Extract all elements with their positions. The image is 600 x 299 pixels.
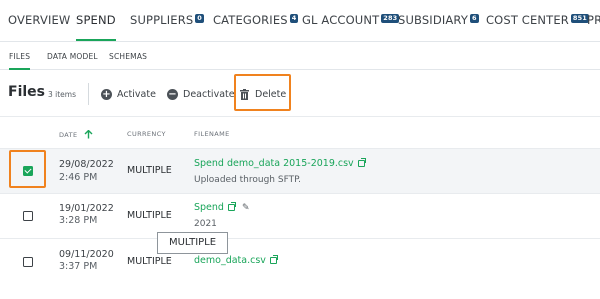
item-count: 3 items: [48, 90, 77, 99]
subtab-label: DATA MODEL: [47, 52, 98, 61]
external-link-icon: [227, 202, 236, 211]
count-badge: 0: [195, 14, 204, 23]
pencil-icon[interactable]: ✎: [242, 203, 250, 213]
row-time: 2:46 PM: [59, 172, 98, 183]
row-date: 09/11/2020: [59, 249, 114, 260]
table-row[interactable]: 19/01/2022 3:28 PM MULTIPLE Spend ✎ 2021: [0, 194, 600, 239]
tab-label: CATEGORIES: [213, 13, 288, 27]
file-description: Uploaded through SFTP.: [194, 175, 301, 185]
row-date: 19/01/2022: [59, 203, 114, 214]
tab-spend[interactable]: SPEND: [76, 13, 116, 41]
deactivate-label: Deactivate: [183, 88, 235, 100]
filename-text: demo_data.csv: [194, 255, 266, 266]
file-link[interactable]: Spend ✎: [194, 202, 250, 213]
row-checkbox[interactable]: [23, 257, 33, 267]
tab-label: SPEND: [76, 13, 116, 27]
tab-label: PR: [587, 13, 600, 27]
table-header: DATE CURRENCY FILENAME: [0, 117, 600, 149]
row-currency: MULTIPLE: [127, 165, 172, 176]
currency-column-header[interactable]: CURRENCY: [127, 130, 166, 138]
table-row[interactable]: 09/11/2020 3:37 PM MULTIPLE demo_data.cs…: [0, 239, 600, 284]
file-link[interactable]: Spend demo_data 2015-2019.csv: [194, 158, 366, 169]
minus-circle-icon: −: [167, 88, 178, 100]
page-title: Files: [8, 84, 45, 100]
row-date: 29/08/2022: [59, 159, 114, 170]
file-link[interactable]: demo_data.csv: [194, 255, 278, 266]
tab-label: OVERVIEW: [8, 13, 71, 27]
subtab-schemas[interactable]: SCHEMAS: [109, 52, 147, 70]
checkbox-highlight: [9, 150, 46, 188]
subtab-files[interactable]: FILES: [9, 52, 31, 70]
sub-nav: FILES DATA MODEL SCHEMAS: [0, 42, 600, 70]
toolbar-divider: [88, 83, 89, 105]
subtab-data-model[interactable]: DATA MODEL: [47, 52, 98, 70]
file-description: 2021: [194, 219, 217, 229]
activate-label: Activate: [117, 88, 156, 100]
tab-label: GL ACCOUNT: [302, 13, 380, 27]
tab-overview[interactable]: OVERVIEW: [8, 13, 70, 41]
external-link-icon: [357, 158, 366, 167]
row-time: 3:37 PM: [59, 261, 98, 272]
tab-label: SUBSIDIARY: [398, 13, 468, 27]
delete-highlight: [234, 74, 291, 111]
sort-up-icon: [84, 130, 93, 139]
tab-cost-center[interactable]: COST CENTER 851: [486, 13, 589, 41]
plus-circle-icon: +: [101, 88, 112, 100]
tab-suppliers[interactable]: SUPPLIERS 0: [130, 13, 204, 41]
tab-label: COST CENTER: [486, 13, 569, 27]
count-badge: 6: [470, 14, 479, 23]
deactivate-button[interactable]: − Deactivate: [167, 86, 235, 102]
top-nav: OVERVIEW SPEND SUPPLIERS 0 CATEGORIES 4 GL…: [0, 0, 600, 42]
tab-label: SUPPLIERS: [130, 13, 194, 27]
date-column-header[interactable]: DATE: [59, 130, 93, 139]
row-currency: MULTIPLE: [127, 210, 172, 221]
date-header-label: DATE: [59, 130, 78, 139]
table-row[interactable]: 29/08/2022 2:46 PM MULTIPLE Spend demo_d…: [0, 149, 600, 194]
filename-text: Spend demo_data 2015-2019.csv: [194, 158, 354, 169]
filename-text: Spend: [194, 202, 224, 213]
tab-categories[interactable]: CATEGORIES 4: [213, 13, 299, 41]
files-toolbar: Files 3 items + Activate − Deactivate De…: [0, 70, 600, 117]
tab-gl-account[interactable]: GL ACCOUNT 283: [302, 13, 400, 41]
row-checkbox[interactable]: [23, 211, 33, 221]
currency-tooltip: MULTIPLE: [157, 232, 228, 254]
activate-button[interactable]: + Activate: [101, 86, 156, 102]
tab-pr[interactable]: PR: [587, 13, 600, 41]
row-currency: MULTIPLE: [127, 256, 172, 267]
count-badge: 4: [289, 14, 299, 23]
count-badge: 283: [381, 14, 400, 23]
external-link-icon: [269, 255, 278, 264]
row-time: 3:28 PM: [59, 215, 98, 226]
subtab-label: SCHEMAS: [109, 52, 148, 61]
filename-column-header[interactable]: FILENAME: [194, 130, 230, 138]
subtab-label: FILES: [9, 52, 31, 61]
tab-subsidiary[interactable]: SUBSIDIARY 6: [398, 13, 479, 41]
